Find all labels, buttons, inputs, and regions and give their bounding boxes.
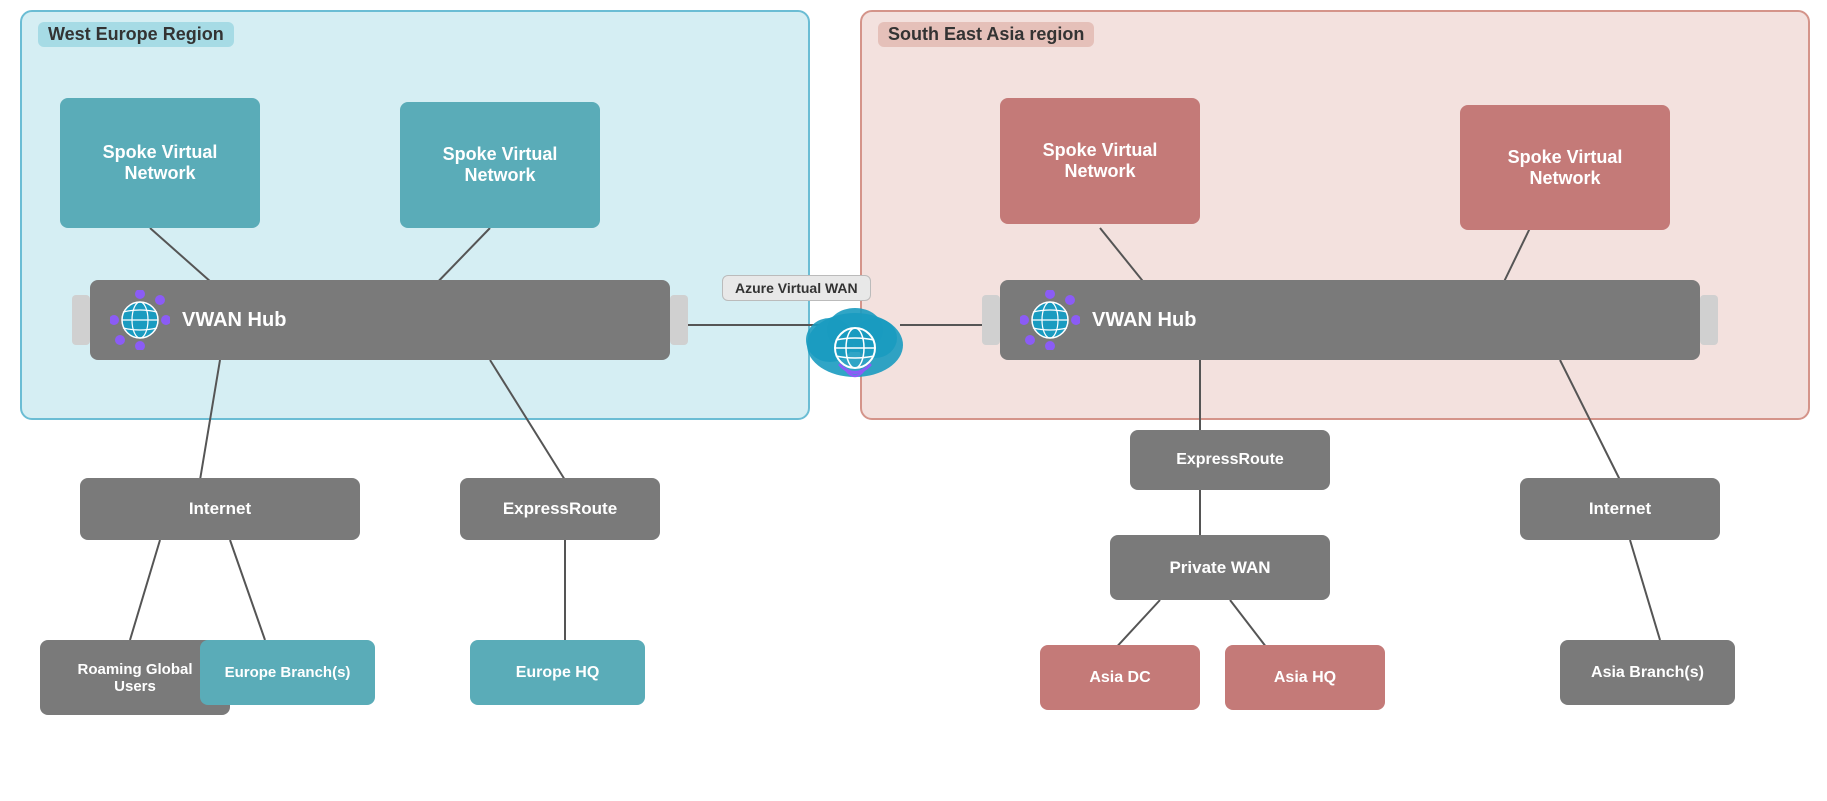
sea-expressroute-top: ExpressRoute [1130, 430, 1330, 490]
sea-hub-handle-left [982, 295, 1000, 345]
sea-label: South East Asia region [878, 22, 1094, 47]
hub-handle-left [72, 295, 90, 345]
asia-hq: Asia HQ [1225, 645, 1385, 710]
sea-vwan-hub: VWAN Hub [1000, 280, 1700, 360]
sea-internet: Internet [1520, 478, 1720, 540]
west-spoke2: Spoke VirtualNetwork [400, 102, 600, 228]
sea-vwan-hub-icon [1020, 290, 1080, 350]
west-europe-branch: Europe Branch(s) [200, 640, 375, 705]
west-expressroute: ExpressRoute [460, 478, 660, 540]
vwan-hub-icon [110, 290, 170, 350]
west-europe-label: West Europe Region [38, 22, 234, 47]
west-europe-hq: Europe HQ [470, 640, 645, 705]
sea-hub-handle-right [1700, 295, 1718, 345]
sea-spoke2: Spoke VirtualNetwork [1460, 105, 1670, 230]
asia-dc: Asia DC [1040, 645, 1200, 710]
west-internet: Internet [80, 478, 360, 540]
diagram-container: West Europe Region South East Asia regio… [0, 0, 1827, 801]
west-spoke1: Spoke VirtualNetwork [60, 98, 260, 228]
hub-handle-right [670, 295, 688, 345]
west-vwan-hub: VWAN Hub [90, 280, 670, 360]
azure-cloud-icon [800, 285, 910, 395]
sea-private-wan: Private WAN [1110, 535, 1330, 600]
sea-spoke1: Spoke VirtualNetwork [1000, 98, 1200, 224]
azure-wan-label: Azure Virtual WAN [722, 275, 871, 301]
asia-branch: Asia Branch(s) [1560, 640, 1735, 705]
